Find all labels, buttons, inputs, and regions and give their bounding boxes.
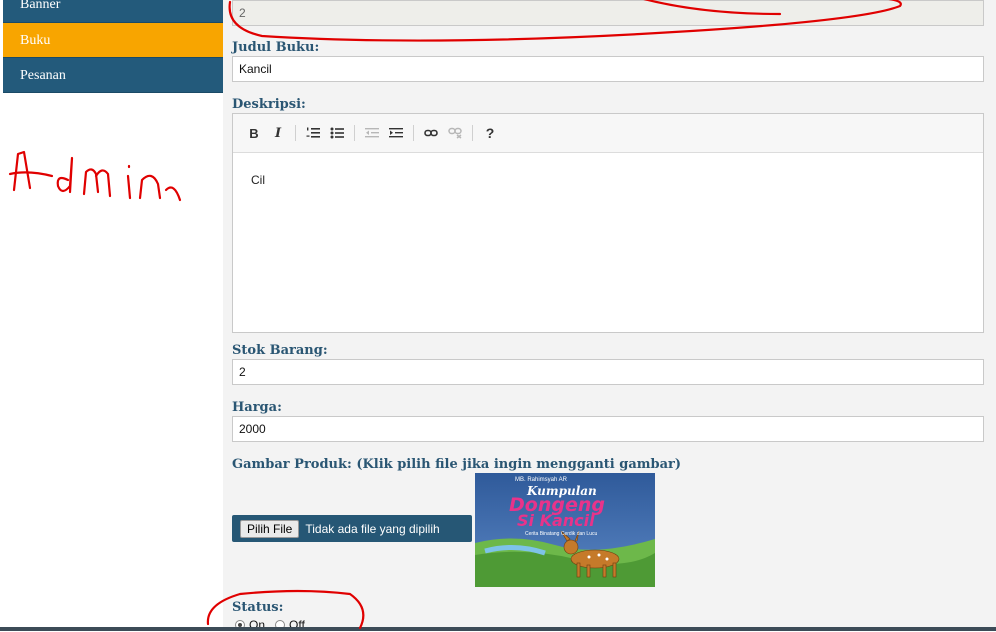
bold-button[interactable]: B — [243, 122, 265, 144]
sidebar-item-buku[interactable]: Buku — [3, 23, 223, 58]
cover-author: MB. Rahimsyah AR — [515, 477, 568, 483]
harga-input[interactable]: 2000 — [232, 416, 984, 442]
sidebar-item-pesanan[interactable]: Pesanan — [3, 58, 223, 93]
product-image: MB. Rahimsyah AR Kumpulan Dongeng Si Kan… — [475, 473, 655, 587]
editor-toolbar: B I ? — [233, 114, 983, 153]
sidebar-item-label: Buku — [20, 33, 51, 48]
bullet-list-icon[interactable] — [326, 122, 348, 144]
deskripsi-editor: B I ? Cil — [232, 113, 984, 333]
sidebar-item-label: Pesanan — [20, 68, 66, 83]
toolbar-divider — [354, 125, 355, 141]
help-button[interactable]: ? — [479, 122, 501, 144]
numbered-list-icon[interactable] — [302, 122, 324, 144]
cover-title-line3: Si Kancil — [517, 511, 595, 530]
gambar-label: Gambar Produk: (Klik pilih file jika ing… — [232, 457, 682, 472]
judul-input[interactable]: Kancil — [232, 56, 984, 82]
unlink-icon[interactable] — [444, 122, 466, 144]
indent-icon[interactable] — [385, 122, 407, 144]
id-field: 2 — [232, 0, 984, 26]
admin-handwritten-annotation — [8, 150, 182, 202]
sidebar: Banner Buku Pesanan — [3, 0, 223, 93]
sidebar-item-banner[interactable]: Banner — [3, 0, 223, 23]
deskripsi-label: Deskripsi: — [232, 97, 306, 112]
italic-button[interactable]: I — [267, 122, 289, 144]
cover-subtitle: Cerita Binatang Cerdik dan Lucu — [525, 531, 598, 537]
main-panel: 2 Judul Buku: Kancil Deskripsi: B I ? Ci… — [223, 0, 996, 632]
sidebar-item-label: Banner — [20, 0, 61, 12]
toolbar-divider — [413, 125, 414, 141]
deskripsi-editor-content[interactable]: Cil — [233, 153, 983, 207]
stok-input[interactable]: 2 — [232, 359, 984, 385]
status-label: Status: — [232, 600, 284, 615]
toolbar-divider — [295, 125, 296, 141]
file-input[interactable]: Pilih File Tidak ada file yang dipilih — [232, 515, 472, 542]
outdent-icon[interactable] — [361, 122, 383, 144]
taskbar-strip — [0, 627, 996, 631]
harga-label: Harga: — [232, 400, 282, 415]
judul-label: Judul Buku: — [232, 40, 320, 55]
stok-label: Stok Barang: — [232, 343, 328, 358]
choose-file-button[interactable]: Pilih File — [240, 519, 300, 538]
link-icon[interactable] — [420, 122, 442, 144]
toolbar-divider — [472, 125, 473, 141]
file-status-text: Tidak ada file yang dipilih — [305, 521, 440, 536]
